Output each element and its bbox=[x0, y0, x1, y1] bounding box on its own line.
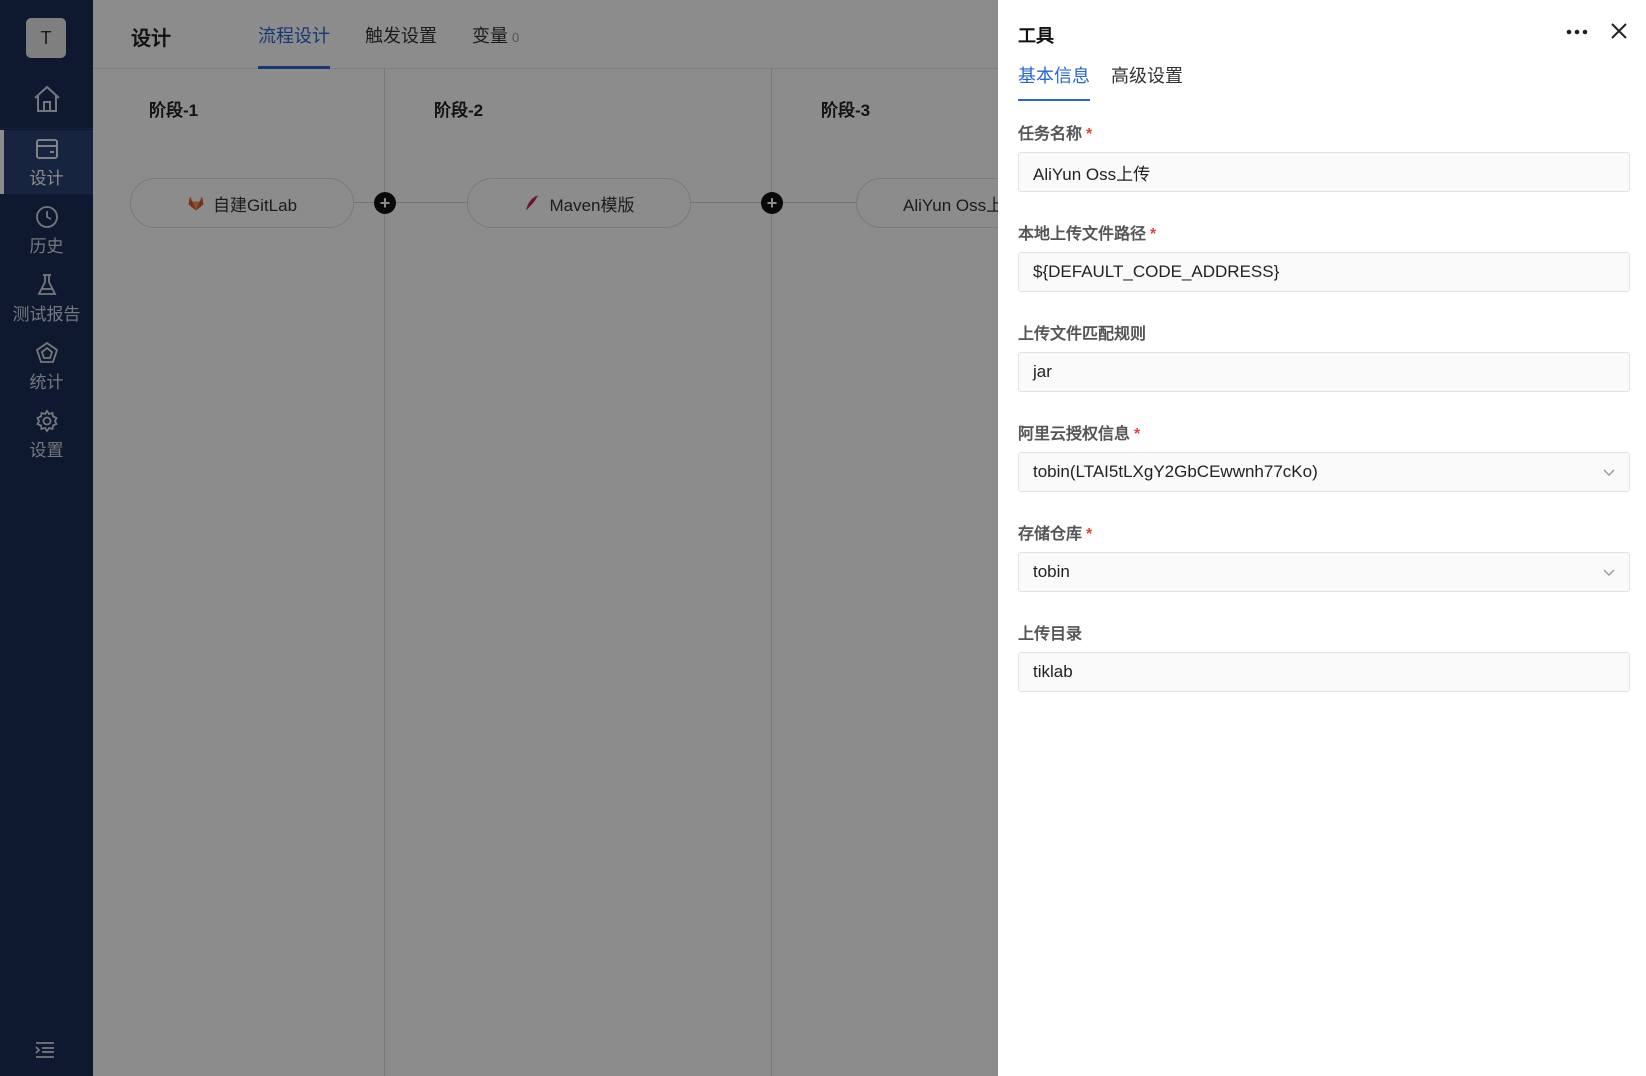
aliyun-auth-select[interactable]: tobin(LTAI5tLXgY2GbCEwwnh77cKo) bbox=[1018, 452, 1630, 492]
local-upload-path-input[interactable]: ${DEFAULT_CODE_ADDRESS} bbox=[1018, 252, 1630, 292]
required-mark: * bbox=[1086, 526, 1093, 543]
drawer-title: 工具 bbox=[1018, 26, 1054, 46]
aliyun-auth-label: 阿里云授权信息 * bbox=[1018, 426, 1141, 443]
tab-advanced-settings[interactable]: 高级设置 bbox=[1111, 62, 1183, 101]
upload-directory-input[interactable]: tiklab bbox=[1018, 652, 1630, 692]
upload-directory-label: 上传目录 bbox=[1018, 626, 1083, 643]
tab-basic-info[interactable]: 基本信息 bbox=[1018, 62, 1090, 101]
storage-bucket-label: 存储仓库 * bbox=[1018, 526, 1093, 543]
upload-match-rule-label: 上传文件匹配规则 bbox=[1018, 326, 1147, 343]
modal-overlay[interactable] bbox=[0, 0, 998, 1076]
storage-bucket-select[interactable]: tobin bbox=[1018, 552, 1630, 592]
task-name-label: 任务名称 * bbox=[1018, 126, 1093, 143]
chevron-down-icon bbox=[1603, 469, 1615, 476]
task-name-input[interactable]: AliYun Oss上传 bbox=[1018, 152, 1630, 192]
chevron-down-icon bbox=[1603, 569, 1615, 576]
required-mark: * bbox=[1134, 426, 1141, 443]
tool-drawer: 工具 基本信息 高级设置 任务名称 * AliYun Oss上传 本地上传文件路径… bbox=[998, 0, 1646, 1076]
close-icon[interactable] bbox=[1608, 20, 1630, 42]
local-upload-path-label: 本地上传文件路径 * bbox=[1018, 226, 1157, 243]
required-mark: * bbox=[1086, 126, 1093, 143]
required-mark: * bbox=[1150, 226, 1157, 243]
upload-match-rule-input[interactable]: jar bbox=[1018, 352, 1630, 392]
more-options-icon[interactable] bbox=[1564, 22, 1590, 42]
